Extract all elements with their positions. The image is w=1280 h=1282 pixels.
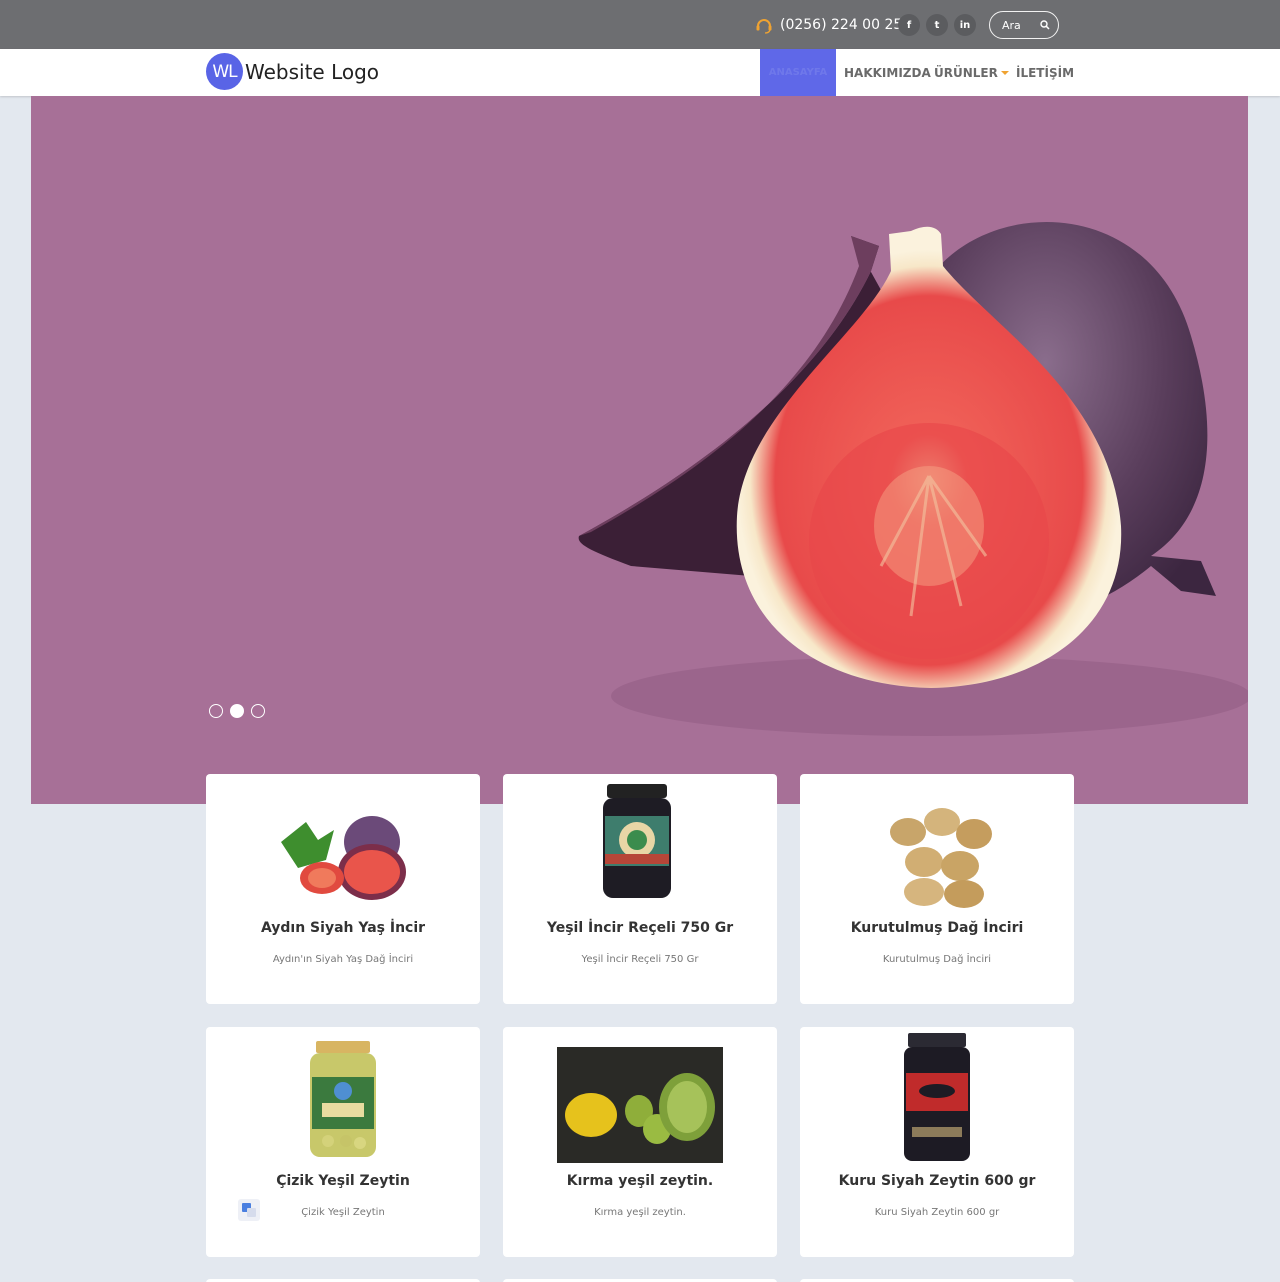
logo-badge: WL (206, 53, 243, 90)
product-title: Çizik Yeşil Zeytin (276, 1173, 410, 1189)
product-title: Yeşil İncir Reçeli 750 Gr (546, 920, 734, 936)
phone-contact[interactable]: (0256) 224 00 25 (754, 14, 902, 36)
slider-dot-3[interactable] (251, 704, 265, 718)
product-card-2[interactable]: Yeşil İncir Reçeli 750 Gr Yeşil İncir Re… (503, 774, 777, 1004)
slider-dot-2[interactable] (230, 704, 244, 718)
facebook-icon[interactable]: f (898, 14, 920, 36)
linkedin-icon[interactable]: in (954, 14, 976, 36)
product-card-6[interactable]: Kuru Siyah Zeytin 600 gr Kuru Siyah Zeyt… (800, 1027, 1074, 1257)
product-title: Kırma yeşil zeytin. (566, 1173, 714, 1189)
product-desc: Kuru Siyah Zeytin 600 gr (874, 1207, 1000, 1218)
site-logo[interactable]: WL Website Logo (206, 53, 379, 90)
product-desc: Kırma yeşil zeytin. (594, 1207, 686, 1218)
logo-text: Website Logo (245, 59, 380, 84)
product-card-4[interactable]: Çizik Yeşil Zeytin Çizik Yeşil Zeytin (206, 1027, 480, 1257)
nav-contact[interactable]: İLETİŞİM (1016, 49, 1074, 96)
nav-about[interactable]: HAKKIMIZDA (844, 49, 931, 96)
product-image-jam-jar (603, 784, 671, 898)
search-icon[interactable] (1040, 20, 1050, 30)
product-image-fresh-fig (281, 816, 406, 900)
product-title: Kuru Siyah Zeytin 600 gr (838, 1173, 1036, 1189)
nav-products-label: ÜRÜNLER (934, 65, 998, 80)
product-card-3[interactable]: Kurutulmuş Dağ İnciri Kurutulmuş Dağ İnc… (800, 774, 1074, 1004)
headset-icon (756, 19, 772, 34)
product-image-dried-figs (890, 808, 992, 908)
product-image-olive-jar (310, 1041, 376, 1157)
caret-down-icon (1000, 70, 1009, 75)
product-desc: Aydın'ın Siyah Yaş Dağ İnciri (272, 954, 414, 965)
product-image-cracked-olives (557, 1047, 723, 1163)
nav-home[interactable]: ANASAYFA (760, 49, 836, 96)
product-desc: Yeşil İncir Reçeli 750 Gr (581, 954, 699, 965)
phone-number: (0256) 224 00 25 (780, 17, 903, 33)
product-title: Kurutulmuş Dağ İnciri (850, 920, 1024, 936)
search-input[interactable] (1002, 18, 1038, 32)
site-header (0, 49, 1280, 96)
product-desc: Çizik Yeşil Zeytin (301, 1207, 385, 1218)
top-bar: (0256) 224 00 25 f t in (0, 0, 1280, 49)
product-card-5[interactable]: Kırma yeşil zeytin. Kırma yeşil zeytin. (503, 1027, 777, 1257)
twitter-icon[interactable]: t (926, 14, 948, 36)
hero-slider (31, 96, 1248, 804)
slider-dot-1[interactable] (209, 704, 223, 718)
product-card-1[interactable]: Aydın Siyah Yaş İncir Aydın'ın Siyah Yaş… (206, 774, 480, 1004)
product-title: Aydın Siyah Yaş İncir (260, 920, 426, 936)
product-desc: Kurutulmuş Dağ İnciri (882, 954, 992, 965)
slider-dots (209, 704, 265, 718)
hero-fig-image (578, 221, 1248, 736)
search-box (989, 11, 1059, 39)
nav-products[interactable]: ÜRÜNLER (934, 49, 1009, 96)
product-image-black-olive-jar (904, 1033, 970, 1161)
